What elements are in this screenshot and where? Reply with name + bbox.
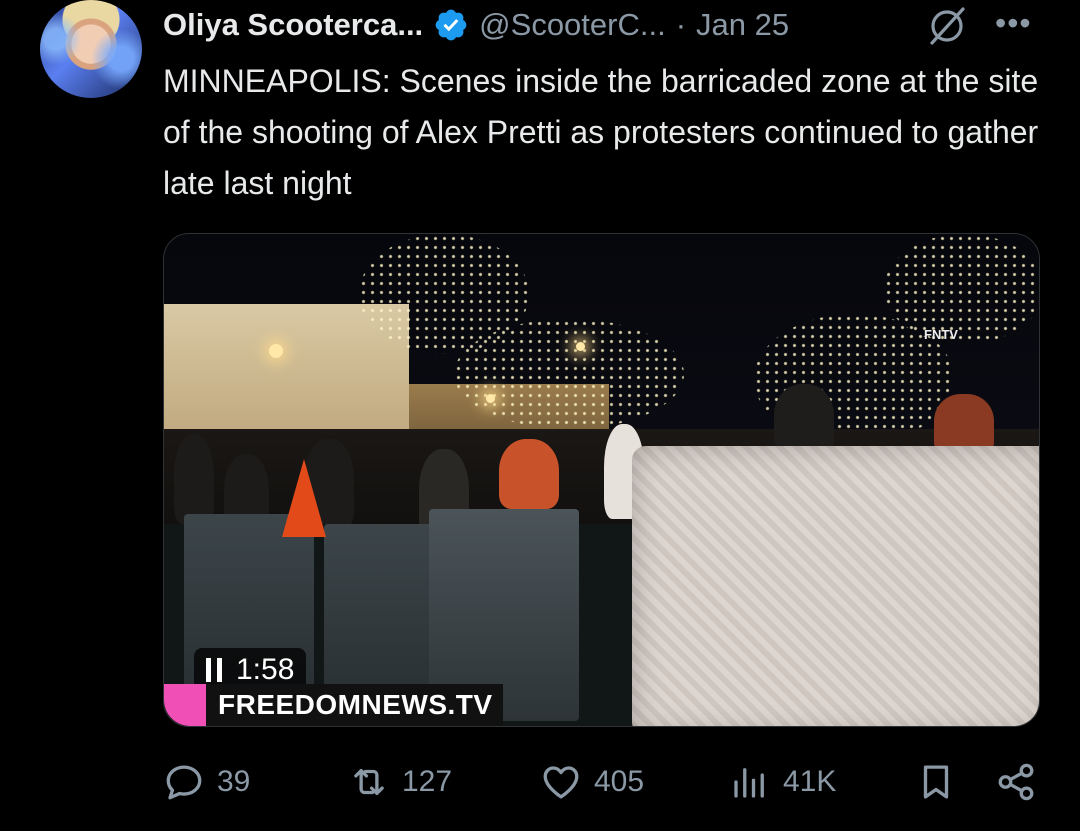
video-player[interactable]: FNTV 1:58 FREEDOMNEWS.TV bbox=[163, 233, 1040, 727]
share-icon bbox=[998, 763, 1034, 801]
reply-count: 39 bbox=[217, 765, 251, 798]
reply-button[interactable]: 39 bbox=[163, 755, 250, 809]
share-button[interactable] bbox=[995, 755, 1037, 809]
video-tree-lights bbox=[454, 319, 684, 429]
repost-icon bbox=[354, 768, 384, 796]
repost-button[interactable]: 127 bbox=[348, 755, 452, 809]
video-streetlamp bbox=[576, 342, 585, 351]
brand-logo-icon bbox=[164, 684, 206, 726]
brand-watermark: FREEDOMNEWS.TV bbox=[164, 684, 503, 726]
brand-text: FREEDOMNEWS.TV bbox=[206, 684, 503, 726]
video-mattress bbox=[632, 446, 1039, 726]
video-streetlamp bbox=[486, 394, 495, 403]
like-button[interactable]: 405 bbox=[540, 755, 644, 809]
video-tree-lights bbox=[884, 234, 1039, 344]
author-handle[interactable]: @ScooterC... bbox=[479, 7, 666, 43]
avatar-glow bbox=[40, 0, 142, 98]
video-streetlamp bbox=[269, 344, 283, 358]
views-count: 41K bbox=[783, 765, 837, 798]
like-count: 405 bbox=[594, 765, 645, 798]
video-person bbox=[934, 394, 994, 454]
tweet-header: Oliya Scooterca... @ScooterC... · Jan 25 bbox=[163, 3, 789, 47]
video-traffic-cone bbox=[282, 459, 326, 537]
tweet-actions: 39 127 405 41K bbox=[163, 755, 1043, 809]
reply-icon bbox=[166, 765, 202, 800]
heart-icon bbox=[543, 766, 579, 799]
video-person bbox=[774, 384, 834, 454]
tweet-date[interactable]: Jan 25 bbox=[696, 7, 789, 43]
views-button[interactable]: 41K bbox=[729, 755, 836, 809]
grok-icon[interactable] bbox=[926, 5, 968, 47]
video-person bbox=[174, 434, 214, 524]
repost-count: 127 bbox=[402, 765, 453, 798]
tweet-text: MINNEAPOLIS: Scenes inside the barricade… bbox=[163, 63, 1039, 201]
video-person bbox=[499, 439, 559, 509]
pause-icon[interactable] bbox=[206, 658, 222, 682]
more-icon[interactable]: ••• bbox=[995, 7, 1035, 39]
bookmark-button[interactable] bbox=[915, 755, 957, 809]
separator-dot: · bbox=[675, 7, 687, 42]
playback-time: 1:58 bbox=[236, 653, 295, 686]
fntv-watermark: FNTV bbox=[924, 327, 958, 342]
author-name[interactable]: Oliya Scooterca... bbox=[163, 7, 423, 43]
verified-badge-icon bbox=[435, 9, 467, 41]
author-avatar[interactable] bbox=[40, 0, 142, 98]
views-icon bbox=[734, 768, 764, 798]
bookmark-icon bbox=[923, 765, 949, 799]
